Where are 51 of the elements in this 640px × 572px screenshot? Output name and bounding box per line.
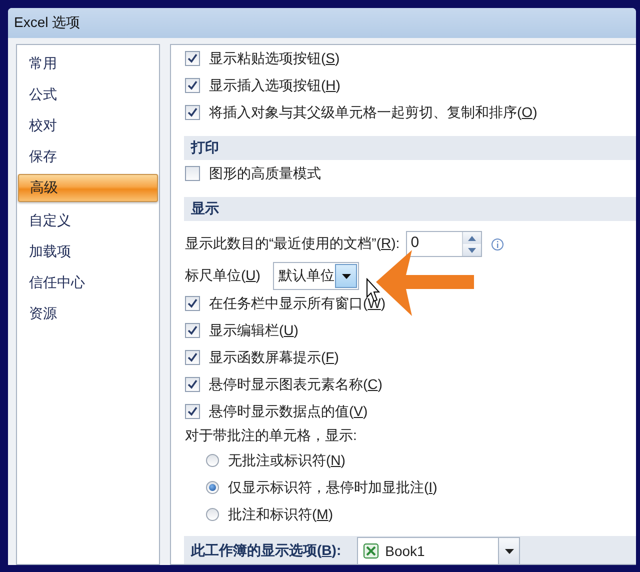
radio-button[interactable]	[206, 481, 219, 494]
section-header: 此工作簿的显示选项(B):	[191, 542, 342, 560]
checkbox[interactable]	[185, 166, 200, 181]
up-triangle-icon	[468, 236, 476, 240]
spin-up-button[interactable]	[462, 232, 481, 244]
sidebar-item[interactable]: 高级	[18, 174, 158, 202]
spin-down-button[interactable]	[462, 244, 481, 256]
section-header: 显示	[184, 197, 636, 221]
checkbox[interactable]	[185, 51, 200, 66]
option-label: 悬停时显示图表元素名称(C)	[209, 376, 382, 394]
checkbox[interactable]	[185, 377, 200, 392]
checkbox[interactable]	[185, 105, 200, 120]
option-label: 显示编辑栏(U)	[209, 322, 298, 340]
option-label: 无批注或标识符(N)	[228, 452, 346, 470]
option-label: 悬停时显示数据点的值(V)	[209, 402, 368, 420]
checkbox[interactable]	[185, 296, 200, 311]
option-label: 图形的高质量模式	[209, 164, 321, 182]
sidebar-item[interactable]: 公式	[18, 79, 158, 110]
caret-icon[interactable]	[504, 548, 514, 554]
checkbox[interactable]	[185, 323, 200, 338]
group-label: 对于带批注的单元格，显示:	[185, 427, 357, 445]
number-spinner[interactable]: 0	[406, 231, 482, 257]
option-label: 将插入对象与其父级单元格一起剪切、复制和排序(O)	[209, 104, 538, 122]
section-header: 打印	[184, 136, 636, 160]
spreadsheet-icon	[363, 543, 380, 559]
info-icon[interactable]	[490, 238, 504, 250]
unit-dropdown[interactable]: 默认单位	[273, 262, 360, 290]
window-title: Excel 选项	[8, 8, 636, 38]
checkbox[interactable]	[185, 350, 200, 365]
option-label: 仅显示标识符，悬停时加显批注(I)	[228, 478, 438, 496]
option-label: 显示粘贴选项按钮(S)	[209, 50, 340, 68]
sidebar-item[interactable]: 校对	[18, 110, 158, 141]
sidebar-item[interactable]: 加载项	[18, 236, 158, 267]
caret-icon[interactable]	[342, 274, 351, 278]
sidebar-item[interactable]: 资源	[18, 298, 158, 329]
checkbox[interactable]	[185, 404, 200, 419]
workbook-name: Book1	[385, 543, 425, 559]
option-label: 显示此数目的“最近使用的文档”(R):	[185, 235, 400, 253]
option-label: 显示函数屏幕提示(F)	[209, 348, 339, 366]
option-label: 批注和标识符(M)	[228, 506, 334, 524]
option-label: 标尺单位(U)	[185, 267, 260, 285]
down-triangle-icon	[468, 248, 476, 252]
workbook-dropdown[interactable]: Book1	[357, 537, 520, 564]
sidebar-item[interactable]: 常用	[18, 48, 158, 79]
option-label: 显示插入选项按钮(H)	[209, 76, 340, 94]
radio-button[interactable]	[206, 508, 219, 521]
checkbox[interactable]	[185, 78, 200, 93]
sidebar-item[interactable]: 信任中心	[18, 267, 158, 298]
sidebar-item[interactable]: 自定义	[18, 205, 158, 236]
sidebar-item[interactable]: 保存	[18, 141, 158, 172]
radio-button[interactable]	[206, 454, 219, 467]
